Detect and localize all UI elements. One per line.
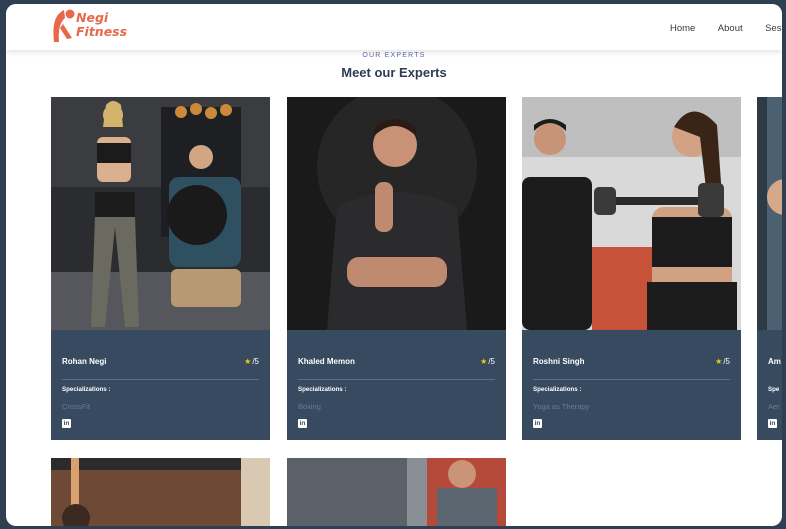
specialization-value: Boxing: [298, 402, 321, 411]
rating-text: /5: [723, 357, 730, 366]
star-icon: ★: [244, 357, 252, 366]
rating-text: /5: [252, 357, 259, 366]
expert-rating: ★/5: [480, 357, 495, 366]
expert-rating: ★/5: [715, 357, 730, 366]
divider: [62, 379, 259, 380]
linkedin-icon[interactable]: in: [768, 419, 777, 428]
browser-viewport: Negi Fitness Home About Sess OUR EXPERTS…: [6, 4, 782, 526]
section-kicker: OUR EXPERTS: [362, 52, 426, 59]
divider: [298, 379, 495, 380]
nav-sessions[interactable]: Sess: [765, 23, 782, 34]
specializations-label: Specializations :: [62, 386, 111, 393]
specialization-value: Yoga as Therapy: [533, 402, 590, 411]
brand-name: Negi Fitness: [76, 11, 127, 39]
linkedin-icon[interactable]: in: [533, 419, 542, 428]
specialization-value: CrossFit: [62, 402, 90, 411]
expert-name: Am: [768, 357, 781, 366]
expert-rating: ★/5: [244, 357, 259, 366]
specialization-value: Aer: [768, 402, 780, 411]
rating-text: /5: [488, 357, 495, 366]
expert-photo: [757, 97, 782, 330]
nav-links: Home About Sess: [670, 18, 782, 36]
specializations-label: Specializations :: [533, 386, 582, 393]
expert-card-4[interactable]: Am Spe Aer in: [757, 97, 782, 440]
expert-photo: [522, 97, 741, 330]
divider: [533, 379, 730, 380]
brand-line-2: Fitness: [76, 24, 128, 39]
nav-home[interactable]: Home: [670, 23, 695, 34]
linkedin-icon[interactable]: in: [298, 419, 307, 428]
expert-card-rohan[interactable]: Rohan Negi ★/5 Specializations : CrossFi…: [51, 97, 270, 440]
navbar: Negi Fitness Home About Sess: [6, 4, 782, 50]
nav-about[interactable]: About: [718, 23, 743, 34]
runner-logo-icon: [53, 9, 75, 42]
expert-photo: [51, 97, 270, 330]
expert-photo: [287, 97, 506, 330]
brand-line-1: Negi: [76, 10, 109, 25]
star-icon: ★: [480, 357, 488, 366]
expert-card-roshni[interactable]: Roshni Singh ★/5 Specializations : Yoga …: [522, 97, 741, 440]
expert-card-khaled[interactable]: Khaled Memon ★/5 Specializations : Boxin…: [287, 97, 506, 440]
section-title: Meet our Experts: [341, 65, 447, 80]
expert-photo-row2-2[interactable]: [287, 458, 506, 526]
brand-logo[interactable]: Negi Fitness: [50, 8, 140, 44]
specializations-label: Specializations :: [298, 386, 347, 393]
expert-photo-row2-1[interactable]: [51, 458, 270, 526]
expert-name: Khaled Memon: [298, 357, 355, 366]
linkedin-icon[interactable]: in: [62, 419, 71, 428]
specializations-label: Spe: [768, 386, 780, 393]
expert-name: Roshni Singh: [533, 357, 585, 366]
expert-name: Rohan Negi: [62, 357, 107, 366]
star-icon: ★: [715, 357, 723, 366]
